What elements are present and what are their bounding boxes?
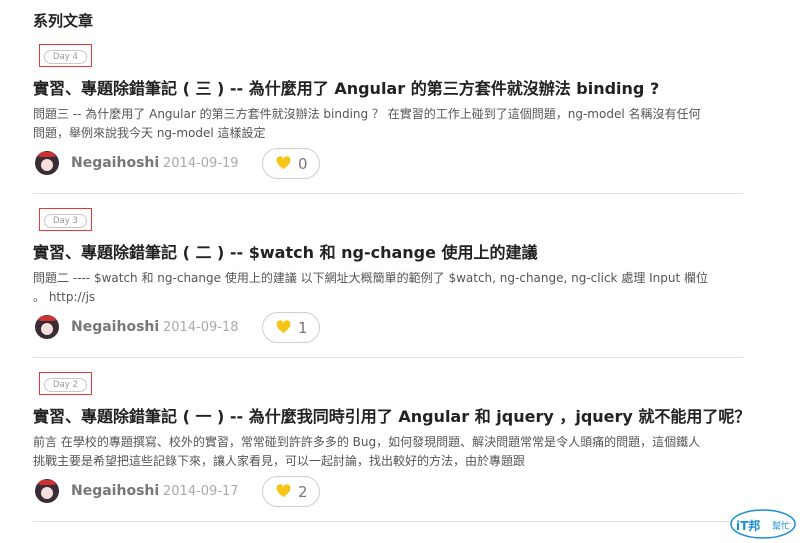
- section-title: 系列文章: [33, 12, 94, 30]
- day-highlight-box: Day 3: [39, 208, 92, 231]
- avatar[interactable]: [35, 315, 59, 339]
- publish-date: 2014-09-19: [163, 156, 239, 171]
- article-item: Day 2 實習、專題除錯筆記 ( 一 ) -- 為什麼我同時引用了 Angul…: [33, 372, 750, 522]
- description-line: 問題三 -- 為什麼用了 Angular 的第三方套件就沒辦法 binding …: [33, 107, 701, 121]
- author-link[interactable]: Negaihoshi: [71, 319, 159, 335]
- ithome-logo: iT邦 幫忙: [730, 509, 796, 539]
- publish-date: 2014-09-17: [163, 484, 239, 499]
- publish-date: 2014-09-18: [163, 320, 239, 335]
- heart-icon: [276, 484, 291, 498]
- article-meta: Negaihoshi 2014-09-19 0: [33, 147, 333, 181]
- article-title-link[interactable]: 實習、專題除錯筆記 ( 二 ) -- $watch 和 ng-change 使用…: [33, 239, 538, 263]
- article-meta: Negaihoshi 2014-09-18 1: [33, 311, 333, 345]
- description-line: 前言 在學校的專題撰寫、校外的實習，常常碰到許許多多的 Bug，如何發現問題、解…: [33, 435, 701, 449]
- avatar[interactable]: [35, 151, 59, 175]
- author-link[interactable]: Negaihoshi: [71, 155, 159, 171]
- article-description: 前言 在學校的專題撰寫、校外的實習，常常碰到許許多多的 Bug，如何發現問題、解…: [33, 433, 733, 471]
- day-highlight-box: Day 2: [39, 372, 92, 395]
- day-tag: Day 4: [44, 50, 87, 64]
- day-tag: Day 2: [44, 378, 87, 392]
- description-line: 問題，舉例來說我今天 ng-model 這樣設定: [33, 126, 266, 140]
- article-description: 問題三 -- 為什麼用了 Angular 的第三方套件就沒辦法 binding …: [33, 105, 733, 143]
- article-description: 問題二 ---- $watch 和 ng-change 使用上的建議 以下網址大…: [33, 269, 733, 307]
- description-line: 。 http://js: [33, 290, 96, 304]
- like-count: 0: [298, 155, 308, 173]
- article-title-link[interactable]: 實習、專題除錯筆記 ( 三 ) -- 為什麼用了 Angular 的第三方套件就…: [33, 75, 659, 99]
- like-button[interactable]: 2: [262, 476, 320, 507]
- logo-text-main: iT邦: [736, 518, 760, 533]
- like-button[interactable]: 1: [262, 312, 320, 343]
- description-line: 挑戰主要是希望把這些記錄下來，讓人家看見，可以一起討論，找出較好的方法，由於專題…: [33, 454, 526, 468]
- article-item: Day 3 實習、專題除錯筆記 ( 二 ) -- $watch 和 ng-cha…: [33, 208, 743, 358]
- like-button[interactable]: 0: [262, 148, 320, 179]
- article-meta: Negaihoshi 2014-09-17 2: [33, 475, 333, 509]
- article-title-link[interactable]: 實習、專題除錯筆記 ( 一 ) -- 為什麼我同時引用了 Angular 和 j…: [33, 403, 750, 427]
- day-highlight-box: Day 4: [39, 44, 92, 67]
- day-tag: Day 3: [44, 214, 87, 228]
- author-link[interactable]: Negaihoshi: [71, 483, 159, 499]
- like-count: 1: [298, 319, 308, 337]
- like-count: 2: [298, 483, 308, 501]
- heart-icon: [276, 156, 291, 170]
- avatar[interactable]: [35, 479, 59, 503]
- heart-icon: [276, 320, 291, 334]
- logo-text-sub: 幫忙: [772, 520, 790, 532]
- article-item: Day 4 實習、專題除錯筆記 ( 三 ) -- 為什麼用了 Angular 的…: [33, 44, 743, 194]
- description-line: 問題二 ---- $watch 和 ng-change 使用上的建議 以下網址大…: [33, 271, 709, 285]
